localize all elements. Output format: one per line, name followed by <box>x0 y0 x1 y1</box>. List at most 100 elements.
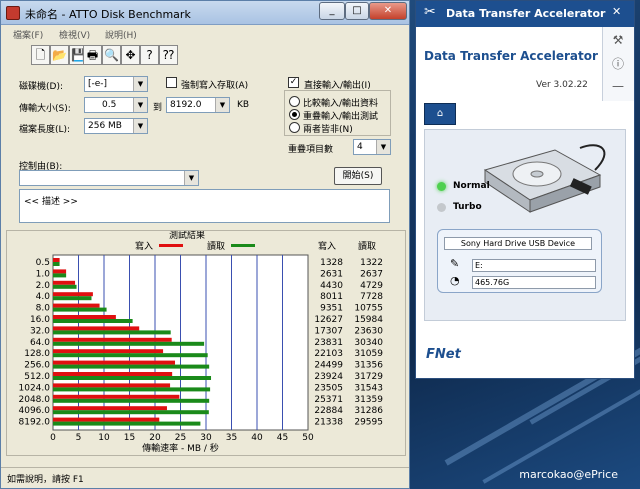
read-bar <box>53 364 210 369</box>
category-label: 512.0 <box>24 372 50 382</box>
read-bar <box>53 410 209 415</box>
read-value: 31356 <box>354 361 383 371</box>
queue-depth-value: 4 <box>357 142 363 152</box>
read-bar <box>53 353 208 358</box>
write-value: 12627 <box>314 315 343 325</box>
read-value: 15984 <box>354 315 383 325</box>
fnet-title-bar[interactable]: ✂ Data Transfer Accelerator ✕ <box>416 1 634 27</box>
category-label: 8192.0 <box>19 418 51 428</box>
minimize-button[interactable]: _ <box>319 2 345 20</box>
drive-tab[interactable]: ⌂ <box>424 103 456 125</box>
transfer-from-value: 0.5 <box>102 100 117 110</box>
category-label: 8.0 <box>36 304 51 314</box>
print-icon[interactable]: 🖶 <box>83 45 102 65</box>
mode-turbo-label[interactable]: Turbo <box>453 202 482 212</box>
queue-depth-select[interactable]: 4 ▼ <box>353 139 391 155</box>
write-bar <box>53 258 60 262</box>
menu-view[interactable]: 檢視(V) <box>59 28 90 41</box>
compare-io-radio[interactable] <box>289 96 300 107</box>
status-bar: 如需說明，請按 F1 <box>1 467 409 487</box>
atto-window: 未命名 - ATTO Disk Benchmark _ □ ✕ 檔案(F) 檢視… <box>0 0 410 489</box>
atto-title-text: 未命名 - ATTO Disk Benchmark <box>25 8 191 21</box>
queue-depth-label: 重疊項目數 <box>288 145 334 155</box>
category-label: 4096.0 <box>19 406 51 416</box>
status-text: 如需說明，請按 F1 <box>7 475 84 485</box>
chevron-down-icon: ▼ <box>133 98 147 112</box>
drive-letter-field: E: <box>472 259 596 272</box>
write-bar <box>53 360 176 365</box>
read-value: 31729 <box>354 372 383 382</box>
transfer-from-select[interactable]: 0.5 ▼ <box>84 97 148 113</box>
x-tick-label: 15 <box>124 433 135 443</box>
transfer-to-value: 8192.0 <box>170 100 202 110</box>
write-bar <box>53 406 167 411</box>
drive-select[interactable]: [-e-] ▼ <box>84 76 148 92</box>
read-bar <box>53 398 210 403</box>
chevron-down-icon: ▼ <box>376 140 390 154</box>
file-length-select[interactable]: 256 MB ▼ <box>84 118 148 134</box>
atto-title-bar[interactable]: 未命名 - ATTO Disk Benchmark _ □ ✕ <box>1 1 409 25</box>
context-help-icon[interactable]: ⁇ <box>159 45 178 65</box>
controlled-by-select[interactable]: ▼ <box>19 170 199 186</box>
category-label: 4.0 <box>36 292 51 302</box>
write-value: 23505 <box>314 383 343 393</box>
read-bar <box>53 296 92 301</box>
info-icon[interactable]: ⓘ <box>609 55 627 73</box>
column-write-header: 寫入 <box>318 240 336 252</box>
print-preview-icon[interactable]: 🔍 <box>102 45 121 65</box>
write-value: 25371 <box>314 395 343 405</box>
description-box[interactable]: << 描述 >> <box>19 189 390 223</box>
kb-label: KB <box>237 100 250 110</box>
fnet-window: ✂ Data Transfer Accelerator ✕ Data Trans… <box>415 0 635 379</box>
x-tick-label: 25 <box>175 433 186 443</box>
write-bar <box>53 337 172 342</box>
category-label: 2048.0 <box>19 395 51 405</box>
usb-drive-icon: ⌂ <box>436 108 444 119</box>
write-value: 1328 <box>320 258 343 268</box>
direct-io-checkbox[interactable]: ✓ <box>288 77 299 88</box>
read-bar <box>53 421 201 426</box>
help-icon[interactable]: ? <box>140 45 159 65</box>
x-axis-label: 傳輸速率 - MB / 秒 <box>142 442 219 454</box>
x-tick-label: 40 <box>251 433 263 443</box>
transfer-to-select[interactable]: 8192.0 ▼ <box>166 97 230 113</box>
settings-icon[interactable]: ⚒ <box>609 31 627 49</box>
drive-value: [-e-] <box>88 79 108 89</box>
device-name: Sony Hard Drive USB Device <box>444 237 592 250</box>
watermark-text: marcokao@ePrice <box>519 468 618 481</box>
mode-normal-label[interactable]: Normal <box>453 181 490 191</box>
minimize-icon[interactable]: — <box>609 77 627 95</box>
write-value: 23924 <box>314 372 343 382</box>
fnet-heading: Data Transfer Accelerator <box>424 49 598 63</box>
open-folder-icon[interactable]: 📂 <box>50 45 69 65</box>
read-value: 10755 <box>354 304 383 314</box>
legend-write-label: 寫入 <box>135 240 153 252</box>
neither-radio[interactable] <box>289 122 300 133</box>
read-value: 7728 <box>360 292 383 302</box>
compare-io-label: 比較輸入/輸出資料 <box>303 99 379 109</box>
read-value: 30340 <box>354 338 383 348</box>
category-label: 256.0 <box>24 361 50 371</box>
write-value: 22884 <box>314 406 343 416</box>
read-value: 4729 <box>360 281 383 291</box>
write-bar <box>53 394 180 399</box>
fnet-close-icon[interactable]: ✕ <box>612 5 621 18</box>
overlapped-io-radio[interactable] <box>289 109 300 120</box>
fnet-title-text: Data Transfer Accelerator <box>446 7 606 20</box>
fnet-logo: FNet <box>426 347 461 362</box>
results-group: 測試結果 寫入 讀取 寫入 讀取 0 5 10 15 20 25 30 35 40 45 50 傳輸速率 - M… <box>6 229 406 456</box>
maximize-button[interactable]: □ <box>345 2 369 20</box>
fnet-side-tools: ⚒ ⓘ — <box>602 27 634 101</box>
new-file-icon[interactable]: 🗋 <box>31 45 50 65</box>
menu-help[interactable]: 說明(H) <box>105 28 137 41</box>
move-icon[interactable]: ✥ <box>121 45 140 65</box>
force-write-checkbox[interactable] <box>166 77 177 88</box>
write-bar <box>53 303 100 308</box>
close-button[interactable]: ✕ <box>369 2 407 20</box>
menu-bar: 檔案(F) 檢視(V) 說明(H) <box>1 25 409 43</box>
write-bar <box>53 269 67 274</box>
menu-file[interactable]: 檔案(F) <box>13 28 43 41</box>
atto-app-icon <box>6 6 20 20</box>
start-button[interactable]: 開始(S) <box>334 167 382 185</box>
category-label: 64.0 <box>30 338 50 348</box>
